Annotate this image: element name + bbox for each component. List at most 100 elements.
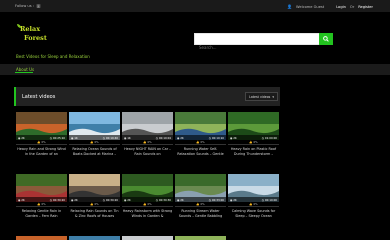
video-title[interactable]: Running Stream Water Sounds – Gentle Bab… xyxy=(175,207,226,219)
video-title[interactable]: Calming Wave Sounds for Sleep – Sleepy O… xyxy=(228,207,279,219)
duration: ◷ 00:33:00 xyxy=(208,197,224,202)
duration: ◷ 01:00:00 xyxy=(261,135,277,140)
views-count: ◉ 2K xyxy=(177,135,184,140)
video-thumbnail[interactable]: ◉ 1K ◷ 00:10:04 xyxy=(122,112,173,140)
video-thumbnail[interactable]: ◉ 2K ◷ 00:10:10 xyxy=(175,112,226,140)
video-meta: ◉ 2K ◷ 00:25:10 xyxy=(16,135,67,140)
video-card[interactable]: ◉ 2K ◷ 00:30:20 👍 0% Relaxing Rain Sound… xyxy=(69,174,120,219)
clock-icon: ◷ xyxy=(102,135,106,140)
video-thumbnail-partial[interactable] xyxy=(16,236,67,240)
video-thumbnail[interactable]: ◉ 2K ◷ 00:30:20 xyxy=(16,174,67,202)
clock-icon: ◷ xyxy=(261,197,265,202)
register-link[interactable]: Register xyxy=(358,5,373,9)
video-card[interactable]: ◉ 2K ◷ 01:00:00 👍 0% Heavy Rain on Plast… xyxy=(228,112,279,157)
search-icon xyxy=(323,36,329,42)
video-thumbnail[interactable]: ◉ 2K ◷ 00:33:00 xyxy=(175,174,226,202)
thumbs-up-icon: 👍 xyxy=(143,140,147,144)
video-thumbnail-partial[interactable] xyxy=(122,236,173,240)
video-title[interactable]: Relaxing Gentle Rain in Garden – Fern Ra… xyxy=(16,207,67,219)
video-meta: ◉ 2K ◷ 00:10:00 xyxy=(228,197,279,202)
eye-icon: ◉ xyxy=(124,197,127,202)
clock-icon: ◷ xyxy=(155,197,159,202)
logo-line-2: Forest xyxy=(24,34,47,42)
search-input[interactable] xyxy=(195,42,319,53)
video-card[interactable]: ◉ 2K ◷ 00:25:10 👍 0% Heavy Rain and Stro… xyxy=(16,112,67,157)
logo-line-1: Relax xyxy=(20,25,41,33)
video-thumbnail[interactable]: ◉ 2K ◷ 00:30:20 xyxy=(69,174,120,202)
views-count: ◉ 2K xyxy=(177,197,184,202)
clock-icon: ◷ xyxy=(208,135,212,140)
search-button[interactable] xyxy=(319,33,333,45)
views-count: ◉ 2K xyxy=(230,197,237,202)
duration: ◷ 00:10:10 xyxy=(208,135,224,140)
thumbs-up-icon: 👍 xyxy=(196,202,200,206)
video-thumbnail[interactable]: ◉ 2K ◷ 00:30:30 xyxy=(122,174,173,202)
video-meta: ◉ 2K ◷ 00:30:20 xyxy=(69,197,120,202)
video-card[interactable]: ◉ 2K ◷ 00:33:00 👍 0% Running Stream Wate… xyxy=(175,174,226,219)
video-card[interactable]: ◉ 2K ◷ 00:30:30 👍 0% Heavy Rainstorm wit… xyxy=(122,174,173,219)
follow-us-label: Follow us : xyxy=(15,4,34,8)
thumbs-up-icon: 👍 xyxy=(249,140,253,144)
main-nav: About Us xyxy=(0,64,390,75)
chevron-down-icon: ▾ xyxy=(272,94,274,99)
video-card[interactable]: ◉ 2K ◷ 00:10:00 👍 0% Calming Wave Sounds… xyxy=(228,174,279,219)
eye-icon: ◉ xyxy=(124,135,127,140)
section-header: Latest videos Latest videos ▾ xyxy=(14,87,280,106)
eye-icon: ◉ xyxy=(71,135,74,140)
views-count: ◉ 2K xyxy=(18,135,25,140)
clock-icon: ◷ xyxy=(49,197,53,202)
video-thumbnail[interactable]: ◉ 1K ◷ 00:10:40 xyxy=(69,112,120,140)
video-meta: ◉ 1K ◷ 00:10:04 xyxy=(122,135,173,140)
video-thumbnail[interactable]: ◉ 2K ◷ 00:10:00 xyxy=(228,174,279,202)
rss-icon[interactable]: ◙ xyxy=(36,3,41,8)
video-meta: ◉ 2K ◷ 00:30:30 xyxy=(122,197,173,202)
eye-icon: ◉ xyxy=(71,197,74,202)
duration: ◷ 00:30:20 xyxy=(102,197,118,202)
video-thumbnail[interactable]: ◉ 2K ◷ 01:00:00 xyxy=(228,112,279,140)
video-title[interactable]: Heavy NIGHT RAIN on Car – Rain Sounds on xyxy=(122,145,173,157)
top-bar: Follow us : ◙ 👤 Welcome Guest Login Or R… xyxy=(0,0,390,12)
video-card[interactable]: ◉ 2K ◷ 00:10:10 👍 0% Running Water Self-… xyxy=(175,112,226,157)
video-meta: ◉ 2K ◷ 00:33:00 xyxy=(175,197,226,202)
video-title[interactable]: Heavy Rain and Strong Wind in the Garden… xyxy=(16,145,67,157)
views-count: ◉ 2K xyxy=(18,197,25,202)
thumbs-up-icon: 👍 xyxy=(196,140,200,144)
views-count: ◉ 1K xyxy=(124,135,131,140)
duration: ◷ 00:30:30 xyxy=(155,197,171,202)
video-thumbnail[interactable]: ◉ 2K ◷ 00:25:10 xyxy=(16,112,67,140)
welcome-text: Welcome Guest xyxy=(296,4,325,9)
video-card[interactable]: ◉ 1K ◷ 00:10:40 👍 0% Relaxing Ocean Soun… xyxy=(69,112,120,157)
video-title[interactable]: Relaxing Rain Sounds on Tin & Zinc Roofs… xyxy=(69,207,120,219)
thumbs-up-icon: 👍 xyxy=(90,202,94,206)
video-card[interactable]: ◉ 2K ◷ 00:30:20 👍 0% Relaxing Gentle Rai… xyxy=(16,174,67,219)
clock-icon: ◷ xyxy=(102,197,106,202)
video-title[interactable]: Heavy Rain on Plastic Roof During Thunde… xyxy=(228,145,279,157)
thumbs-up-icon: 👍 xyxy=(249,202,253,206)
duration: ◷ 00:25:10 xyxy=(49,135,65,140)
video-thumbnail-partial[interactable] xyxy=(69,236,120,240)
clock-icon: ◷ xyxy=(261,135,265,140)
thumbs-up-icon: 👍 xyxy=(37,202,41,206)
user-icon: 👤 xyxy=(287,4,293,9)
clock-icon: ◷ xyxy=(155,135,159,140)
video-title[interactable]: Heavy Rainstorm with Strong Winds in Gar… xyxy=(122,207,173,219)
sort-dropdown[interactable]: Latest videos ▾ xyxy=(245,92,278,101)
site-logo[interactable]: Relax Forest xyxy=(20,25,47,43)
video-title[interactable]: Running Water Self-Relaxation Sounds – G… xyxy=(175,145,226,157)
login-link[interactable]: Login xyxy=(336,5,346,9)
video-meta: ◉ 2K ◷ 00:30:20 xyxy=(16,197,67,202)
thumbs-up-icon: 👍 xyxy=(37,140,41,144)
video-thumbnail-partial[interactable] xyxy=(175,236,226,240)
eye-icon: ◉ xyxy=(18,197,21,202)
section-accent-bar xyxy=(14,87,16,106)
video-title[interactable]: Relaxing Ocean Sounds of Boats Docked at… xyxy=(69,145,120,157)
duration: ◷ 00:10:00 xyxy=(261,197,277,202)
video-card[interactable]: ◉ 1K ◷ 00:10:04 👍 0% Heavy NIGHT RAIN on… xyxy=(122,112,173,157)
duration: ◷ 00:30:20 xyxy=(49,197,65,202)
eye-icon: ◉ xyxy=(177,197,180,202)
eye-icon: ◉ xyxy=(230,197,233,202)
thumbs-up-icon: 👍 xyxy=(90,140,94,144)
site-tagline: Best Videos for Sleep and Relaxation xyxy=(16,54,90,59)
video-meta: ◉ 2K ◷ 01:00:00 xyxy=(228,135,279,140)
section-title: Latest videos xyxy=(22,94,56,100)
